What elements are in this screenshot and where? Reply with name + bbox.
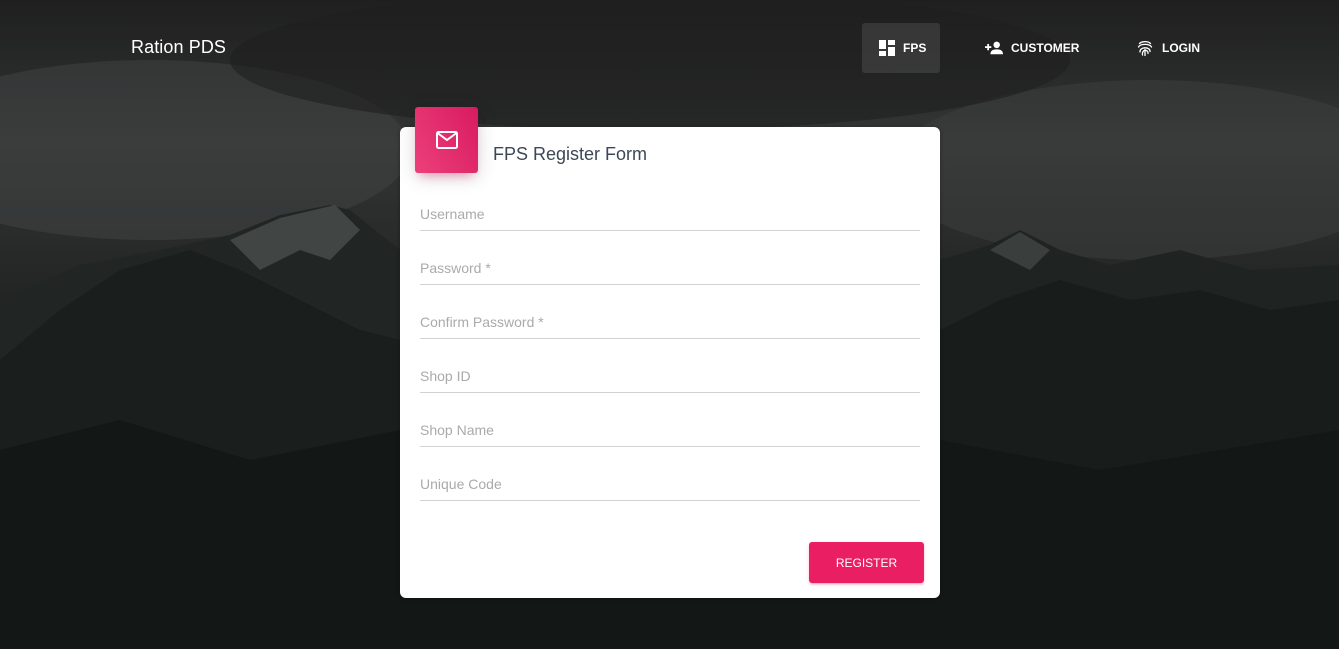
unique-code-input[interactable] [420, 469, 920, 499]
nav-item-label: CUSTOMER [1011, 41, 1080, 55]
nav-item-label: FPS [903, 41, 927, 55]
confirm-password-input[interactable] [420, 307, 920, 337]
shop-id-field-wrapper [420, 361, 920, 393]
card-header-icon-box [415, 107, 478, 173]
register-button[interactable]: REGISTER [809, 542, 924, 583]
confirm-password-field-wrapper [420, 307, 920, 339]
username-field-wrapper [420, 199, 920, 231]
password-input[interactable] [420, 253, 920, 283]
fingerprint-icon [1136, 39, 1154, 57]
nav-item-login[interactable]: LOGIN [1121, 23, 1215, 73]
nav-item-customer[interactable]: CUSTOMER [970, 23, 1094, 73]
mail-icon [435, 131, 458, 149]
form-title: FPS Register Form [493, 144, 648, 164]
nav-item-fps[interactable]: FPS [862, 23, 940, 73]
dashboard-icon [879, 39, 895, 57]
username-input[interactable] [420, 199, 920, 229]
shop-name-input[interactable] [420, 415, 920, 445]
shop-id-input[interactable] [420, 361, 920, 391]
brand-title[interactable]: Ration PDS [131, 37, 226, 58]
shop-name-field-wrapper [420, 415, 920, 447]
password-field-wrapper [420, 253, 920, 285]
nav-item-label: LOGIN [1162, 41, 1200, 55]
person-add-icon [985, 39, 1003, 57]
navbar: Ration PDS FPS CUSTOMER LOGIN [0, 0, 1339, 95]
register-form-card: FPS Register Form REGISTER [400, 107, 940, 598]
unique-code-field-wrapper [420, 469, 920, 501]
